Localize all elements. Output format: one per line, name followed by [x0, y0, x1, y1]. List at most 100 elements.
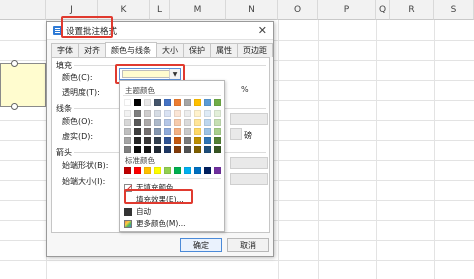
- standard-color-swatch[interactable]: [204, 167, 211, 174]
- color-swatch[interactable]: [124, 110, 131, 117]
- end-size-select[interactable]: [230, 173, 268, 185]
- standard-color-swatch[interactable]: [154, 167, 161, 174]
- standard-color-swatch[interactable]: [144, 167, 151, 174]
- standard-color-swatch[interactable]: [164, 167, 171, 174]
- color-swatch[interactable]: [174, 146, 181, 153]
- color-swatch[interactable]: [134, 99, 141, 106]
- color-swatch[interactable]: [214, 110, 221, 117]
- color-swatch[interactable]: [134, 146, 141, 153]
- color-swatch[interactable]: [184, 128, 191, 135]
- color-swatch[interactable]: [124, 146, 131, 153]
- color-swatch[interactable]: [124, 99, 131, 106]
- standard-color-swatch[interactable]: [124, 167, 131, 174]
- column-header-r[interactable]: R: [390, 0, 434, 20]
- tab-font[interactable]: 字体: [51, 43, 79, 57]
- color-swatch[interactable]: [204, 119, 211, 126]
- color-swatch[interactable]: [134, 128, 141, 135]
- color-swatch[interactable]: [174, 119, 181, 126]
- standard-color-swatch[interactable]: [134, 167, 141, 174]
- color-swatch[interactable]: [204, 128, 211, 135]
- more-colors-label: 更多颜色(M)...: [136, 219, 186, 228]
- color-swatch[interactable]: [174, 110, 181, 117]
- column-header-blank[interactable]: [0, 0, 46, 20]
- color-swatch[interactable]: [214, 99, 221, 106]
- color-swatch[interactable]: [134, 110, 141, 117]
- color-swatch[interactable]: [144, 128, 151, 135]
- color-swatch[interactable]: [194, 119, 201, 126]
- comment-box[interactable]: [0, 63, 46, 107]
- color-swatch[interactable]: [204, 137, 211, 144]
- color-swatch[interactable]: [194, 99, 201, 106]
- column-header-s[interactable]: S: [434, 0, 474, 20]
- tab-size[interactable]: 大小: [156, 43, 184, 57]
- color-swatch[interactable]: [154, 128, 161, 135]
- color-swatch[interactable]: [214, 119, 221, 126]
- color-swatch[interactable]: [164, 99, 171, 106]
- color-swatch[interactable]: [154, 137, 161, 144]
- color-swatch[interactable]: [204, 146, 211, 153]
- color-swatch[interactable]: [154, 99, 161, 106]
- color-swatch[interactable]: [144, 119, 151, 126]
- color-swatch[interactable]: [164, 128, 171, 135]
- color-swatch[interactable]: [214, 128, 221, 135]
- color-swatch[interactable]: [184, 146, 191, 153]
- more-colors-option[interactable]: 更多颜色(M)...: [124, 218, 220, 229]
- color-swatch[interactable]: [124, 128, 131, 135]
- color-swatch[interactable]: [194, 110, 201, 117]
- tab-properties[interactable]: 属性: [210, 43, 238, 57]
- color-swatch[interactable]: [214, 137, 221, 144]
- color-swatch[interactable]: [184, 119, 191, 126]
- column-header-o[interactable]: O: [278, 0, 318, 20]
- column-header-m[interactable]: M: [170, 0, 226, 20]
- color-swatch[interactable]: [124, 119, 131, 126]
- column-header-l[interactable]: L: [150, 0, 170, 20]
- column-header-n[interactable]: N: [226, 0, 278, 20]
- color-swatch[interactable]: [174, 137, 181, 144]
- standard-color-swatch[interactable]: [214, 167, 221, 174]
- color-swatch[interactable]: [144, 137, 151, 144]
- color-swatch[interactable]: [194, 146, 201, 153]
- ok-button[interactable]: 确定: [180, 238, 222, 252]
- tab-colors-lines[interactable]: 颜色与线条: [105, 42, 157, 57]
- end-style-select[interactable]: [230, 157, 268, 169]
- color-swatch[interactable]: [174, 128, 181, 135]
- color-swatch[interactable]: [164, 137, 171, 144]
- column-header-q[interactable]: Q: [376, 0, 390, 20]
- color-swatch[interactable]: [184, 110, 191, 117]
- resize-handle[interactable]: [11, 60, 18, 67]
- color-swatch[interactable]: [194, 137, 201, 144]
- color-swatch[interactable]: [184, 137, 191, 144]
- color-swatch[interactable]: [204, 99, 211, 106]
- tab-alignment[interactable]: 对齐: [78, 43, 106, 57]
- color-swatch[interactable]: [134, 137, 141, 144]
- color-swatch[interactable]: [164, 146, 171, 153]
- column-header-p[interactable]: P: [318, 0, 376, 20]
- automatic-option[interactable]: 自动: [124, 206, 220, 217]
- color-swatch[interactable]: [194, 128, 201, 135]
- cancel-button[interactable]: 取消: [227, 238, 269, 252]
- tab-margins[interactable]: 页边距: [237, 43, 273, 57]
- standard-color-swatch[interactable]: [174, 167, 181, 174]
- color-swatch[interactable]: [164, 119, 171, 126]
- resize-handle[interactable]: [11, 103, 18, 110]
- theme-row: [124, 146, 224, 153]
- tab-protection[interactable]: 保护: [183, 43, 211, 57]
- standard-color-swatch[interactable]: [184, 167, 191, 174]
- color-swatch[interactable]: [214, 146, 221, 153]
- color-swatch[interactable]: [144, 110, 151, 117]
- color-swatch[interactable]: [144, 146, 151, 153]
- line-style-select[interactable]: [230, 113, 268, 125]
- color-swatch[interactable]: [154, 146, 161, 153]
- color-swatch[interactable]: [174, 99, 181, 106]
- color-swatch[interactable]: [184, 99, 191, 106]
- close-icon[interactable]: ✕: [258, 24, 267, 37]
- color-swatch[interactable]: [164, 110, 171, 117]
- color-swatch[interactable]: [144, 99, 151, 106]
- color-swatch[interactable]: [124, 137, 131, 144]
- weight-input[interactable]: [230, 128, 242, 140]
- color-swatch[interactable]: [204, 110, 211, 117]
- color-swatch[interactable]: [154, 119, 161, 126]
- color-swatch[interactable]: [134, 119, 141, 126]
- color-swatch[interactable]: [154, 110, 161, 117]
- standard-color-swatch[interactable]: [194, 167, 201, 174]
